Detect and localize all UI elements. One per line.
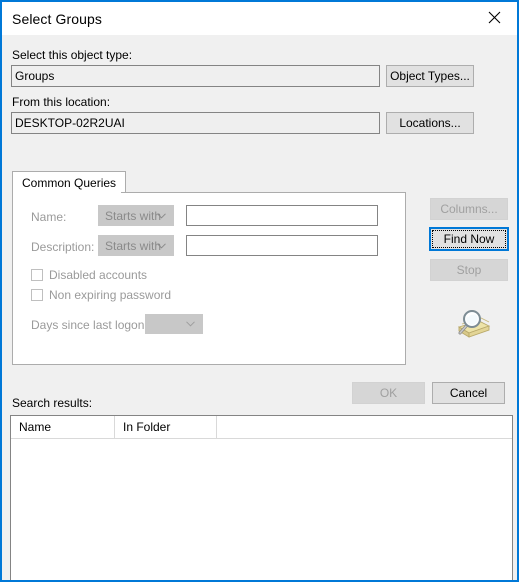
tab-common-queries-label: Common Queries [22,175,117,190]
description-label: Description: [31,240,95,254]
columns-button-label: Columns... [440,202,498,216]
chevron-down-icon [157,212,166,219]
tab-common-queries[interactable]: Common Queries [12,171,127,193]
object-types-button[interactable]: Object Types... [386,65,474,87]
search-results-label: Search results: [12,396,93,410]
name-operator-select[interactable]: Starts with [98,205,174,226]
search-folder-icon [449,307,491,343]
column-header-name-label: Name [19,420,52,434]
columns-button[interactable]: Columns... [430,198,508,220]
name-input[interactable] [186,205,378,226]
location-field[interactable]: DESKTOP-02R2UAI [11,112,380,134]
location-label: From this location: [12,95,111,109]
description-input[interactable] [186,235,378,256]
stop-button[interactable]: Stop [430,259,508,281]
chevron-down-icon [186,321,195,327]
name-operator-value: Starts with [105,208,162,223]
results-column-header: Name In Folder [11,416,512,439]
chevron-down-icon [157,242,166,249]
column-header-name[interactable]: Name [11,416,115,438]
disabled-accounts-label: Disabled accounts [49,268,148,282]
tab-strip: Common Queries [12,171,406,193]
description-operator-value: Starts with [105,238,162,253]
window-title: Select Groups [12,10,103,27]
checkbox-box-icon [31,269,43,281]
non-expiring-password-checkbox[interactable]: Non expiring password [31,288,171,302]
days-since-last-logon-label: Days since last logon: [31,318,148,332]
cancel-button-label: Cancel [449,386,488,400]
locations-button-label: Locations... [399,116,461,130]
object-types-button-label: Object Types... [390,69,470,83]
locations-button[interactable]: Locations... [386,112,474,134]
ok-button-label: OK [379,386,398,400]
column-header-in-folder[interactable]: In Folder [115,416,217,438]
find-now-button-label: Find Now [443,232,495,246]
find-now-button[interactable]: Find Now [429,227,509,251]
search-results-list[interactable]: Name In Folder [10,415,513,580]
ok-button[interactable]: OK [352,382,425,404]
column-header-in-folder-label: In Folder [123,420,171,434]
results-rows [11,439,512,580]
non-expiring-password-label: Non expiring password [49,288,172,302]
title-bar: Select Groups [2,2,517,35]
dialog-body: Select this object type: Groups Object T… [2,35,517,580]
disabled-accounts-checkbox[interactable]: Disabled accounts [31,268,147,282]
select-groups-dialog: Select Groups Select this object type: G… [0,0,519,582]
close-button[interactable] [472,2,517,33]
stop-button-label: Stop [456,263,482,277]
days-since-last-logon-select[interactable] [145,314,203,334]
cancel-button[interactable]: Cancel [432,382,505,404]
description-operator-select[interactable]: Starts with [98,235,174,256]
object-type-field[interactable]: Groups [11,65,380,87]
close-icon [488,11,501,24]
object-type-label: Select this object type: [12,48,133,62]
tab-seam [13,192,121,193]
name-label: Name: [31,210,67,224]
checkbox-box-icon [31,289,43,301]
